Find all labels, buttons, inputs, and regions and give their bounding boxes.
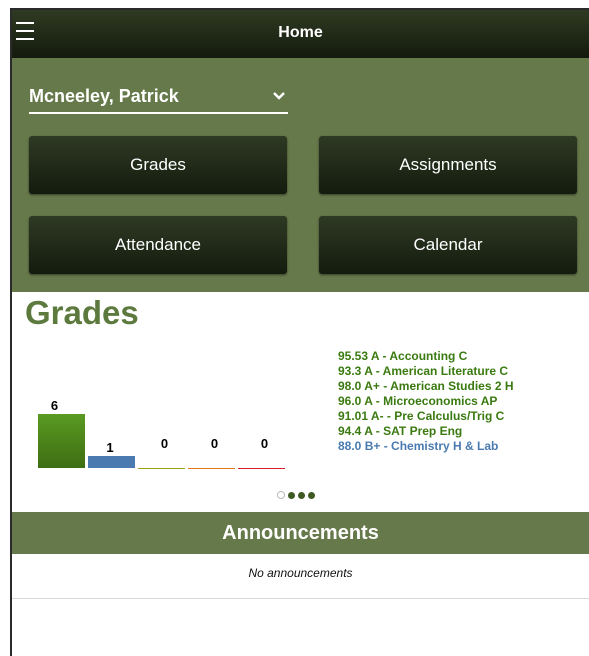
grade-bar-value: 6 [50, 398, 59, 413]
top-bar: Home [12, 10, 589, 58]
announcements-empty-text: No announcements [248, 566, 353, 580]
pager-dot[interactable] [277, 491, 285, 499]
pager-dot[interactable] [308, 492, 315, 499]
course-grade-item[interactable]: 98.0 A+ - American Studies 2 H [338, 379, 514, 394]
calendar-button[interactable]: Calendar [319, 216, 577, 274]
pager-dot[interactable] [298, 492, 305, 499]
course-grade-item[interactable]: 88.0 B+ - Chemistry H & Lab [338, 439, 498, 454]
student-selector[interactable]: Mcneeley, Patrick [29, 86, 288, 114]
navigation-panel: Mcneeley, Patrick Grades Assignments Att… [12, 58, 589, 292]
course-grade-item[interactable]: 95.53 A - Accounting C [338, 349, 467, 364]
course-grade-item[interactable]: 91.01 A- - Pre Calculus/Trig C [338, 409, 504, 424]
grade-bar-B[interactable] [88, 456, 135, 468]
chevron-down-icon [273, 92, 285, 100]
attendance-button[interactable]: Attendance [29, 216, 287, 274]
carousel-pager [277, 486, 318, 504]
pager-dot[interactable] [288, 492, 295, 499]
course-grade-item[interactable]: 96.0 A - Microeconomics AP [338, 394, 497, 409]
grades-heading: Grades [25, 294, 139, 331]
grade-bar-value: 0 [160, 436, 169, 451]
grade-bar-value: 1 [106, 440, 114, 455]
course-grade-item[interactable]: 94.4 A - SAT Prep Eng [338, 424, 462, 439]
grade-bar-D[interactable] [188, 468, 235, 469]
page-title: Home [278, 24, 323, 41]
divider [12, 598, 589, 599]
grade-bar-A[interactable] [38, 414, 85, 468]
grade-bar-value: 0 [210, 436, 219, 451]
grade-bar-value: 0 [260, 436, 269, 451]
grade-bar-C[interactable] [138, 468, 185, 469]
grades-button[interactable]: Grades [29, 136, 287, 194]
course-grade-item[interactable]: 93.3 A - American Literature C [338, 364, 508, 379]
assignments-button[interactable]: Assignments [319, 136, 577, 194]
app-frame: Home Mcneeley, Patrick Grades Assignment… [10, 8, 589, 656]
grade-bar-F[interactable] [238, 468, 285, 469]
student-name: Mcneeley, Patrick [29, 86, 179, 106]
announcements-header: Announcements [12, 512, 589, 554]
